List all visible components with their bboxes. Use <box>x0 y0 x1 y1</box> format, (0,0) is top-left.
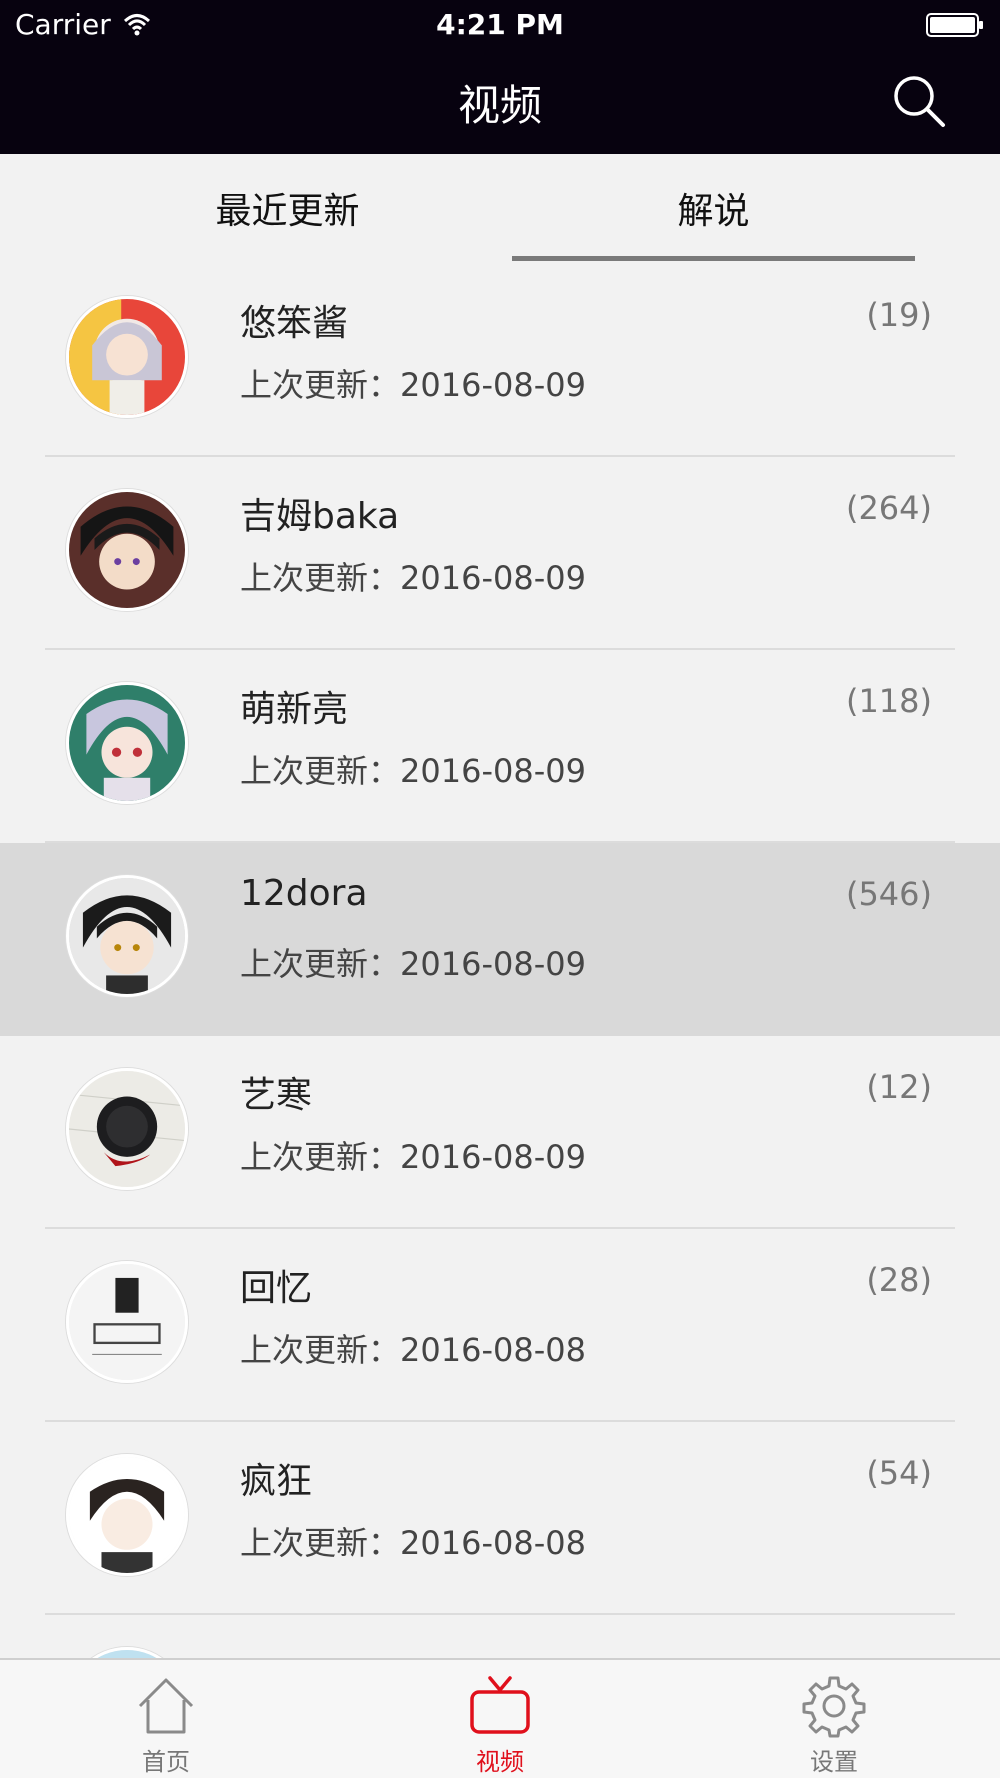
search-icon[interactable] <box>891 73 947 129</box>
status-bar: Carrier 4:21 PM <box>0 0 1000 50</box>
gear-icon <box>802 1676 866 1738</box>
last-update: 上次更新：2016-08-08 <box>240 1331 586 1369</box>
uploader-name: 悠笨酱 <box>240 303 349 344</box>
tabbar-video-label: 视频 <box>476 1748 524 1776</box>
tabbar-home-label: 首页 <box>142 1748 190 1776</box>
avatar <box>66 1068 188 1190</box>
list-item[interactable]: 疯狂 (54) 上次更新：2016-08-08 <box>0 1422 1000 1615</box>
uploader-name: 回忆 <box>240 1268 313 1309</box>
tabbar-settings-label: 设置 <box>810 1748 858 1776</box>
last-update: 上次更新：2016-08-09 <box>240 1138 586 1176</box>
avatar <box>66 296 188 418</box>
top-bar: Carrier 4:21 PM 视频 <box>0 0 1000 154</box>
list-item-partial[interactable] <box>0 1615 1000 1658</box>
page-title: 视频 <box>457 81 542 130</box>
last-update: 上次更新：2016-08-09 <box>240 752 586 790</box>
bottom-tab-bar: 首页 视频 设置 <box>0 1658 1000 1778</box>
segment-tabs: 最近更新 解说 <box>0 154 1000 264</box>
list-item[interactable]: 悠笨酱 (19) 上次更新：2016-08-09 <box>0 264 1000 457</box>
uploader-name: 12dora <box>240 873 368 914</box>
tab-commentary[interactable]: 解说 <box>512 182 915 234</box>
avatar <box>66 1454 188 1576</box>
video-count: (54) <box>866 1454 932 1492</box>
tabbar-video[interactable]: 视频 <box>400 1660 600 1778</box>
tv-icon <box>470 1676 530 1734</box>
uploader-list[interactable]: 悠笨酱 (19) 上次更新：2016-08-09 吉姆baka (264) 上次… <box>0 264 1000 1658</box>
uploader-name: 萌新亮 <box>240 689 349 730</box>
active-tab-indicator <box>512 256 915 261</box>
uploader-name: 艺寒 <box>240 1075 313 1116</box>
last-update: 上次更新：2016-08-09 <box>240 559 586 597</box>
tab-recent-updates[interactable]: 最近更新 <box>150 182 425 234</box>
battery-icon <box>926 13 983 37</box>
list-item[interactable]: 12dora (546) 上次更新：2016-08-09 <box>0 843 1000 1036</box>
last-update: 上次更新：2016-08-08 <box>240 1524 586 1562</box>
tabbar-settings[interactable]: 设置 <box>734 1660 934 1778</box>
video-count: (264) <box>845 489 932 527</box>
video-count: (546) <box>845 875 932 913</box>
video-count: (28) <box>866 1261 932 1299</box>
uploader-name: 吉姆baka <box>240 496 400 537</box>
last-update: 上次更新：2016-08-09 <box>240 945 586 983</box>
video-count: (19) <box>866 296 932 334</box>
uploader-name: 疯狂 <box>240 1461 313 1502</box>
list-item[interactable]: 艺寒 (12) 上次更新：2016-08-09 <box>0 1036 1000 1229</box>
avatar <box>66 682 188 804</box>
last-update: 上次更新：2016-08-09 <box>240 366 586 404</box>
list-item[interactable]: 回忆 (28) 上次更新：2016-08-08 <box>0 1229 1000 1422</box>
video-count: (12) <box>866 1068 932 1106</box>
avatar <box>66 1261 188 1383</box>
list-item[interactable]: 吉姆baka (264) 上次更新：2016-08-09 <box>0 457 1000 650</box>
list-item[interactable]: 萌新亮 (118) 上次更新：2016-08-09 <box>0 650 1000 843</box>
status-time: 4:21 PM <box>436 8 564 41</box>
avatar <box>66 1647 188 1658</box>
home-icon <box>138 1678 194 1734</box>
video-count: (118) <box>845 682 932 720</box>
avatar <box>66 489 188 611</box>
avatar <box>66 875 188 997</box>
tabbar-home[interactable]: 首页 <box>66 1660 266 1778</box>
